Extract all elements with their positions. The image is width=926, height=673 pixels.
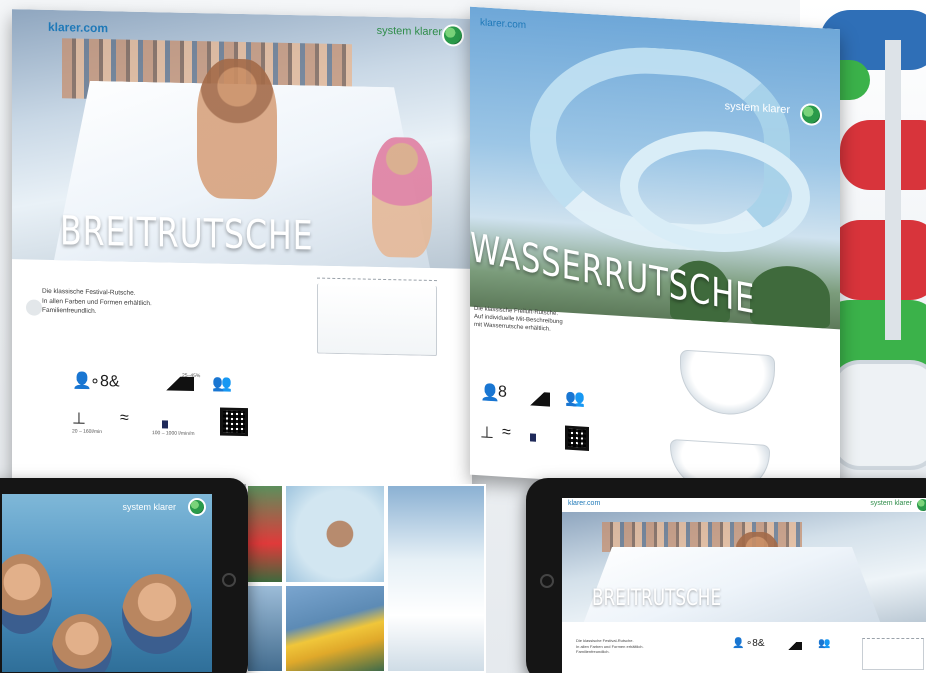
slide-basin-diagram [680,349,775,418]
collage-photo [246,584,284,673]
person-icon: 👤 [480,384,500,403]
slide-cross-section-diagram [317,283,437,357]
system-label: system klarer [122,502,176,512]
person-icon: 👤 [72,372,92,390]
girl-sliding-image [372,136,432,258]
description: Die klassische Festival-Rutsche. In alle… [576,638,686,655]
tap-icon: ⊥ [480,424,494,443]
home-button[interactable] [222,573,236,587]
waterslide-photo: klarer.com system klarer WASSERRUTSCHE [470,6,840,330]
feature-icons: 👤 ∘8& 25–45% 👥 ⊥ 20 – 160l/min ≈ 100 – 1… [72,370,372,446]
page-marker [26,299,42,316]
feature-icons: 👤 ∘8& 👥 [732,638,852,660]
child-image [122,574,192,654]
tablet-screen[interactable]: system klarer [2,494,212,672]
collage-photo [386,484,486,673]
ramp-icon [782,642,802,650]
red-tube [840,120,926,190]
tap-icon: ⊥ [72,410,86,428]
home-button[interactable] [540,574,554,588]
tablet-left: system klarer [0,478,248,673]
magazine-page-left: klarer.com system klarer BREITRUTSCHE Di… [12,9,472,489]
system-label: system klarer [376,24,442,39]
tablet-screen[interactable]: klarer.com system klarer BREITRUTSCHE Di… [562,498,926,673]
bars-icon [162,420,168,429]
child-image-3 [52,614,112,672]
description: Die klassische Festival-Rutsche. In alle… [42,288,262,321]
person-icon: 👤 [732,638,745,649]
slide-photo: klarer.com system klarer BREITRUTSCHE [12,9,472,269]
people-icon: 👥 [565,389,585,408]
waves-icon: ≈ [502,423,511,442]
qr-code-icon[interactable] [565,425,589,451]
system-label: system klarer [870,500,912,507]
groups-icon: 8 [498,383,507,401]
ramp-icon [524,390,550,407]
description-line: Familienfreundlich. [576,649,610,654]
child-image-2 [2,554,52,634]
feature-icons: 👤 8 👥 ⊥ ≈ [480,382,630,471]
ramp-label: 25–45% [182,372,201,380]
brand-label: klarer.com [568,500,601,507]
brand-label: klarer.com [480,17,527,32]
groups-icon: ∘8& [90,372,120,391]
logo-icon [916,498,926,512]
length-label: 100 – 1000 l/min/m [152,430,195,438]
bars-icon [530,433,536,442]
support-pillar [885,40,901,340]
brand-label: klarer.com [48,19,109,36]
collage-photo [284,584,386,673]
logo-icon [188,498,206,516]
page-title: BREITRUTSCHE [60,208,314,260]
tablet-right: klarer.com system klarer BREITRUTSCHE Di… [526,478,926,673]
waves-icon: ≈ [120,409,129,427]
photo-collage [246,484,486,673]
logo-icon [800,102,822,127]
white-tube [830,360,926,470]
collage-photo [284,484,386,584]
flow-label: 20 – 160l/min [72,428,103,436]
tree-image-2 [750,263,830,329]
qr-code-icon[interactable] [220,407,248,437]
groups-icon: ∘8& [746,638,765,649]
collage-photo [246,484,284,584]
person-sliding-image [197,58,277,200]
logo-icon [442,24,464,47]
magazine-scene: klarer.com system klarer BREITRUTSCHE Di… [0,0,926,673]
slide-cross-section-diagram [862,638,924,670]
red-tube-2 [830,220,926,300]
magazine-page-right: klarer.com system klarer WASSERRUTSCHE D… [470,6,840,498]
page-title: BREITRUTSCHE [592,586,722,611]
people-icon: 👥 [818,638,831,649]
people-icon: 👥 [212,375,232,393]
